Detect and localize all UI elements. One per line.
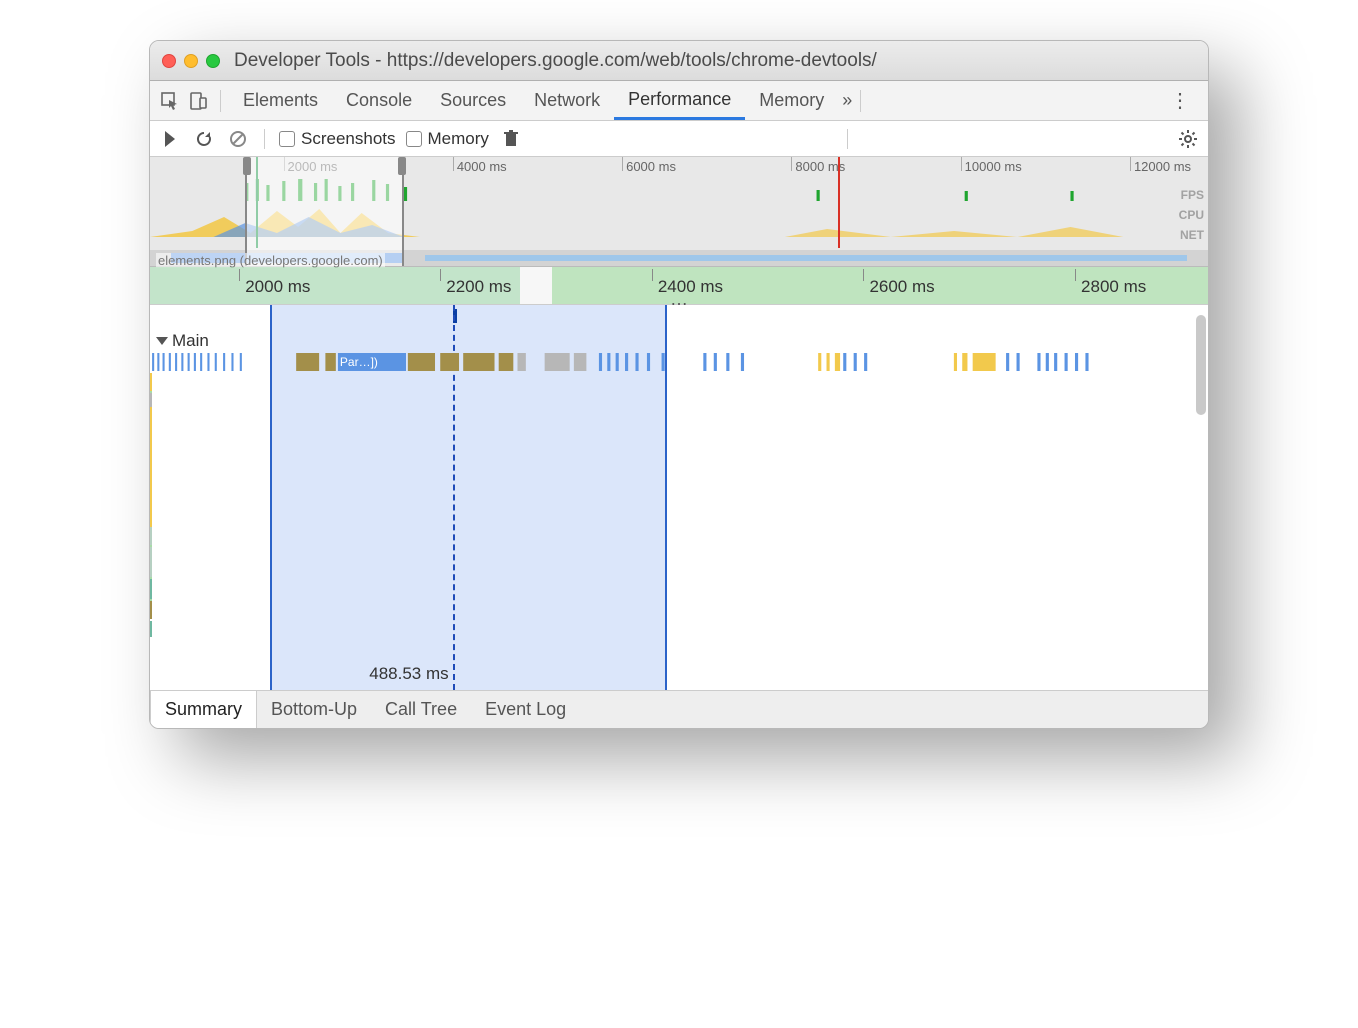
overview-selection[interactable] <box>245 157 404 266</box>
network-resource-label: elements.png (developers.google.com) <box>156 253 385 268</box>
flame-block[interactable] <box>150 579 152 599</box>
clear-button[interactable] <box>226 127 250 151</box>
tabs-overflow-icon[interactable]: » <box>842 90 852 111</box>
selection-handle-left[interactable] <box>243 157 251 175</box>
detail-ruler[interactable]: elements.png (developers.google.com) 200… <box>150 267 1208 305</box>
flame-task-parse[interactable]: Par…]) <box>338 353 406 371</box>
more-options-icon[interactable]: ⋮ <box>1158 88 1202 113</box>
separator <box>860 90 861 112</box>
maximize-window-button[interactable] <box>206 54 220 68</box>
record-button[interactable] <box>158 127 182 151</box>
tab-console[interactable]: Console <box>332 81 426 120</box>
separator <box>264 129 265 149</box>
tab-sources[interactable]: Sources <box>426 81 520 120</box>
flamechart[interactable]: Main 488.53 ms <box>150 305 1208 690</box>
garbage-collect-icon[interactable] <box>499 127 523 151</box>
checkbox-icon <box>279 131 295 147</box>
ruler-tick: 10000 ms <box>965 159 1022 174</box>
tab-event-log[interactable]: Event Log <box>471 691 580 728</box>
panel-tabs: Elements Console Sources Network Perform… <box>150 81 1208 121</box>
memory-checkbox[interactable]: Memory <box>406 129 489 149</box>
traffic-lights <box>162 54 220 68</box>
ruler-tick: 12000 ms <box>1134 159 1191 174</box>
window-titlebar: Developer Tools - https://developers.goo… <box>150 41 1208 81</box>
device-toolbar-icon[interactable] <box>184 87 212 115</box>
ruler-mark: 2000 ms <box>245 277 310 297</box>
inspect-element-icon[interactable] <box>156 87 184 115</box>
checkbox-icon <box>406 131 422 147</box>
window-title: Developer Tools - https://developers.goo… <box>234 50 877 72</box>
tab-bottom-up[interactable]: Bottom-Up <box>257 691 371 728</box>
flame-thin <box>150 407 152 527</box>
selection-handle-right[interactable] <box>398 157 406 175</box>
screenshots-checkbox[interactable]: Screenshots <box>279 129 396 149</box>
load-marker <box>838 157 840 248</box>
net-segment <box>425 255 1187 261</box>
ruler-mark: 2400 ms <box>658 277 723 297</box>
ruler-mark: 2600 ms <box>869 277 934 297</box>
tab-summary[interactable]: Summary <box>150 690 257 728</box>
flame-canvas: 488.53 ms <box>150 305 1194 690</box>
ruler-mark: 2200 ms <box>446 277 511 297</box>
ruler-tick: 4000 ms <box>457 159 507 174</box>
flame-block[interactable] <box>150 547 152 577</box>
memory-label: Memory <box>428 129 489 149</box>
tab-memory[interactable]: Memory <box>745 81 838 120</box>
flame-block[interactable] <box>150 601 152 619</box>
duration-label: 488.53 ms <box>369 664 448 684</box>
tab-network[interactable]: Network <box>520 81 614 120</box>
details-tabs: Summary Bottom-Up Call Tree Event Log <box>150 690 1208 728</box>
flame-block[interactable] <box>150 621 152 637</box>
task-row: Par…]) <box>150 353 1194 371</box>
devtools-window: Developer Tools - https://developers.goo… <box>149 40 1209 729</box>
separator <box>220 90 221 112</box>
ruler-tick: 6000 ms <box>626 159 676 174</box>
minimize-window-button[interactable] <box>184 54 198 68</box>
flame-block[interactable] <box>150 373 152 391</box>
screenshots-label: Screenshots <box>301 129 396 149</box>
overview-timeline[interactable]: 2000 ms 4000 ms 6000 ms 8000 ms 10000 ms… <box>150 157 1208 267</box>
close-window-button[interactable] <box>162 54 176 68</box>
performance-toolbar: Screenshots Memory <box>150 121 1208 157</box>
settings-icon[interactable] <box>1176 127 1200 151</box>
vertical-scrollbar[interactable] <box>1196 315 1206 415</box>
ruler-mark: 2800 ms <box>1081 277 1146 297</box>
separator <box>847 129 848 149</box>
tab-call-tree[interactable]: Call Tree <box>371 691 471 728</box>
tab-performance[interactable]: Performance <box>614 81 745 120</box>
tab-elements[interactable]: Elements <box>229 81 332 120</box>
reload-record-button[interactable] <box>192 127 216 151</box>
